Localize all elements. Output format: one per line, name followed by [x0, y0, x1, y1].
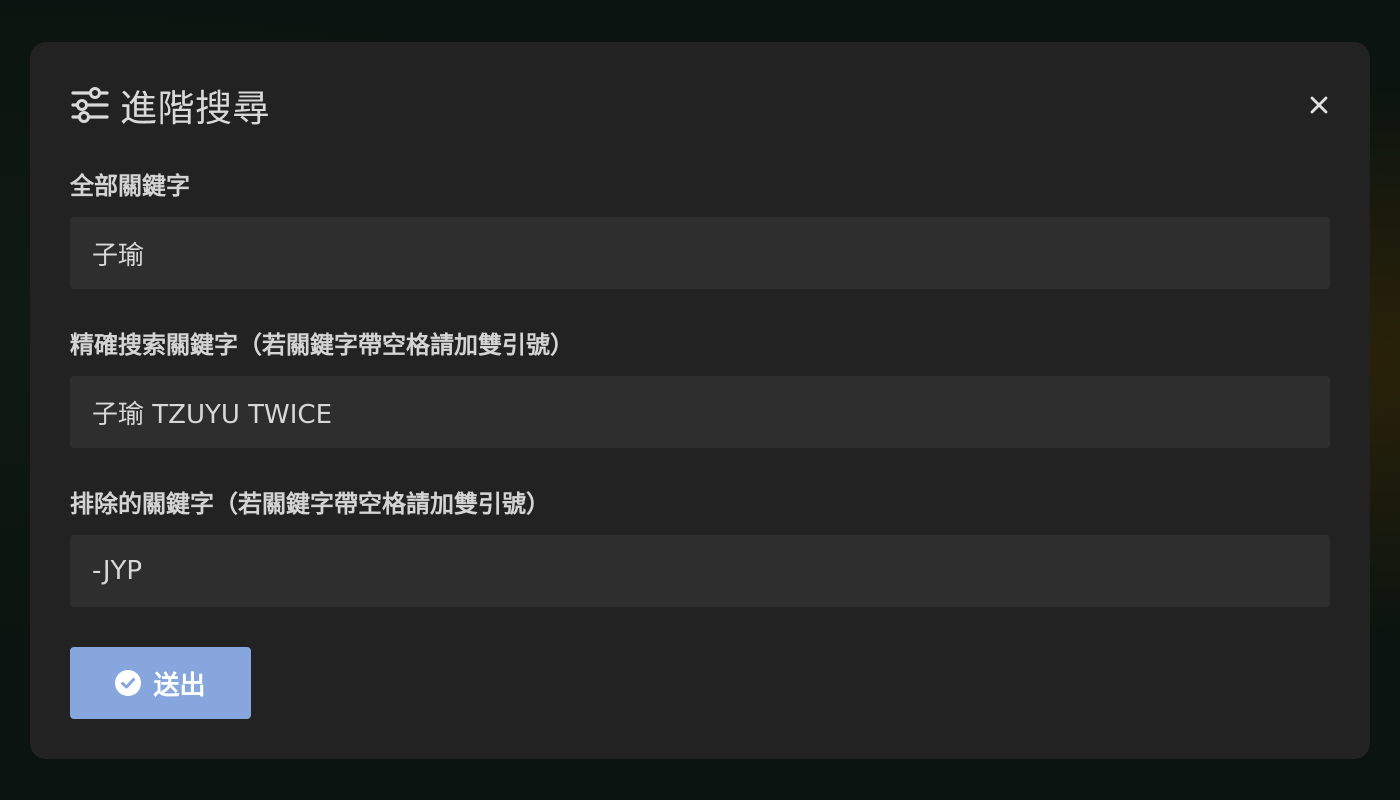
modal-header: 進階搜尋: [70, 80, 1330, 130]
excluded-keywords-label: 排除的關鍵字（若關鍵字帶空格請加雙引號）: [70, 490, 550, 518]
exact-keywords-input[interactable]: [70, 376, 1330, 448]
advanced-search-modal: 進階搜尋 全部關鍵字 精確搜索關鍵字（若關鍵字帶空格請加雙引號） 排除的關鍵字（…: [30, 42, 1370, 759]
all-keywords-field: 全部關鍵字: [70, 170, 1330, 289]
close-icon[interactable]: [1309, 95, 1329, 115]
submit-label: 送出: [153, 670, 206, 701]
excluded-keywords-input[interactable]: [70, 535, 1330, 607]
all-keywords-label: 全部關鍵字: [70, 172, 190, 200]
check-circle-icon: [115, 670, 142, 696]
submit-button[interactable]: 送出: [70, 647, 251, 719]
modal-title: 進階搜尋: [120, 87, 270, 130]
exact-keywords-field: 精確搜索關鍵字（若關鍵字帶空格請加雙引號）: [70, 329, 1330, 448]
sliders-icon: [70, 85, 110, 125]
exact-keywords-label: 精確搜索關鍵字（若關鍵字帶空格請加雙引號）: [70, 331, 574, 359]
excluded-keywords-field: 排除的關鍵字（若關鍵字帶空格請加雙引號）: [70, 488, 1330, 607]
all-keywords-input[interactable]: [70, 217, 1330, 289]
close-button[interactable]: [1306, 92, 1332, 118]
